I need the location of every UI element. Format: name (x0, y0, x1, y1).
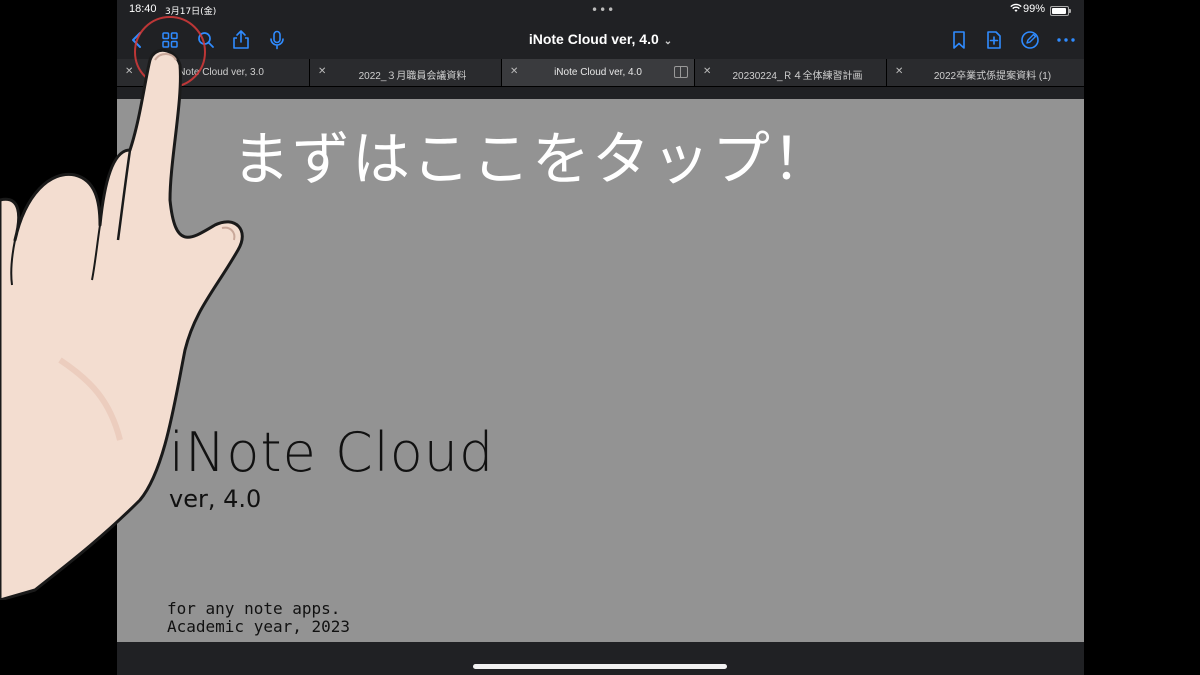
tab-label: 20230224_Ｒ４全体練習計画 (732, 71, 863, 82)
status-bar: 18:40 3月17日(金) ••• 99% (117, 0, 1084, 20)
tutorial-caption: まずはここをタップ！ (232, 125, 833, 193)
tab-bar: ✕ iNote Cloud ver, 3.0 ✕ 2022_３月職員会議資料 ✕… (117, 59, 1084, 87)
tab-label: iNote Cloud ver, 4.0 (554, 67, 642, 78)
page-subtitle-line1: for any note apps. (167, 599, 341, 618)
bottom-bar (117, 642, 1084, 675)
document-title-text: iNote Cloud ver, 4.0 (528, 31, 659, 47)
close-icon[interactable]: ✕ (318, 66, 326, 77)
add-page-icon[interactable] (983, 29, 1005, 51)
split-view-icon[interactable] (674, 66, 688, 78)
tab-item[interactable]: ✕ 2022_３月職員会議資料 (310, 59, 502, 86)
bookmark-icon[interactable] (948, 29, 970, 51)
tab-label: 2022_３月職員会議資料 (358, 71, 467, 82)
chevron-down-icon: ⌄ (663, 36, 673, 47)
toolbar: iNote Cloud ver, 4.0 ⌄ (117, 24, 1084, 56)
tab-item[interactable]: ✕ 2022卒業式係提案資料 (1) (887, 59, 1084, 86)
home-indicator[interactable] (473, 664, 727, 669)
pointing-hand-illustration (0, 49, 244, 600)
tab-label: 2022卒業式係提案資料 (1) (933, 71, 1052, 82)
tab-item[interactable]: ✕ 20230224_Ｒ４全体練習計画 (695, 59, 887, 86)
wifi-icon (1010, 3, 1022, 16)
document-title[interactable]: iNote Cloud ver, 4.0 ⌄ (117, 31, 1084, 47)
close-icon[interactable]: ✕ (510, 66, 518, 77)
battery-icon (1050, 6, 1071, 16)
pencil-icon[interactable] (1019, 29, 1041, 51)
multitasking-dots-icon[interactable]: ••• (591, 3, 615, 17)
ipad-screen: 18:40 3月17日(金) ••• 99% iNote Cloud ver, … (117, 0, 1084, 675)
more-icon[interactable] (1055, 29, 1077, 51)
close-icon[interactable]: ✕ (895, 66, 903, 77)
tab-item-active[interactable]: ✕ iNote Cloud ver, 4.0 (502, 59, 695, 86)
battery-percent: 99% (1023, 3, 1046, 15)
page-subtitle-line2: Academic year, 2023 (167, 617, 351, 636)
close-icon[interactable]: ✕ (703, 66, 711, 77)
